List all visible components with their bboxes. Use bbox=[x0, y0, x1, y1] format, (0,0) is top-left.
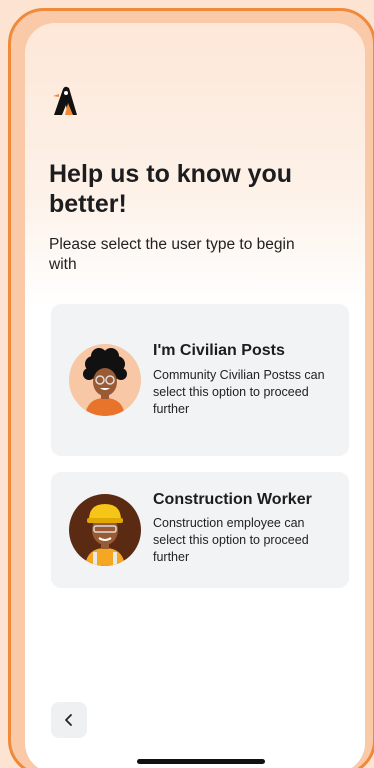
construction-worker-option-card[interactable]: Construction Worker Construction employe… bbox=[51, 472, 349, 588]
phone-frame: Help us to know you better! Please selec… bbox=[8, 8, 374, 768]
page-subtitle: Please select the user type to begin wit… bbox=[49, 236, 295, 273]
penguin-logo-icon bbox=[53, 86, 77, 115]
civilian-avatar-icon bbox=[69, 344, 141, 416]
home-indicator[interactable] bbox=[137, 759, 265, 764]
civilian-option-card[interactable]: I'm Civilian Posts Community Civilian Po… bbox=[51, 304, 349, 456]
construction-worker-avatar-icon bbox=[69, 494, 141, 566]
civilian-option-description: Community Civilian Postss can select thi… bbox=[153, 368, 325, 416]
page-title: Help us to know you better! bbox=[49, 160, 293, 218]
back-button[interactable] bbox=[51, 702, 87, 738]
screen: Help us to know you better! Please selec… bbox=[25, 23, 365, 768]
construction-worker-option-title: Construction Worker bbox=[153, 491, 312, 508]
civilian-option-title: I'm Civilian Posts bbox=[153, 342, 285, 359]
chevron-left-icon bbox=[65, 714, 72, 726]
construction-worker-option-description: Construction employee can select this op… bbox=[153, 516, 309, 564]
